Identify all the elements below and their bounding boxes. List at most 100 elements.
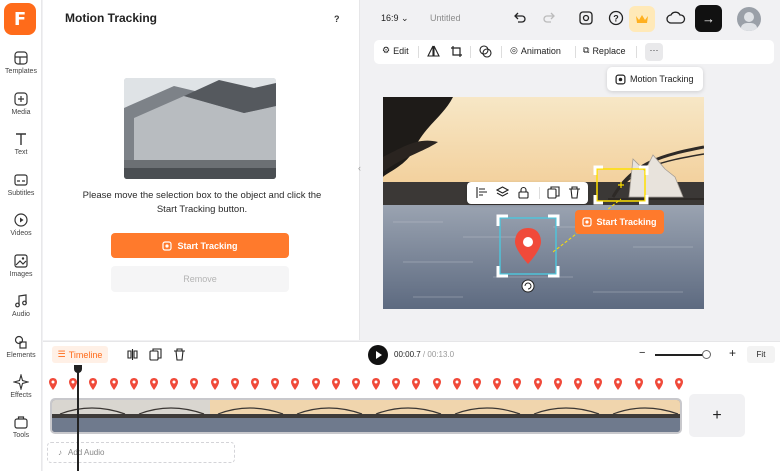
tracking-marker[interactable] xyxy=(351,377,360,390)
zoom-slider-handle[interactable] xyxy=(702,350,711,359)
add-audio-button[interactable]: ♪ Add Audio xyxy=(47,442,235,463)
track-frame xyxy=(52,400,131,432)
opacity-icon[interactable] xyxy=(479,45,492,58)
tracking-marker[interactable] xyxy=(614,377,623,390)
effects-icon xyxy=(13,374,29,390)
duplicate-clip-icon[interactable] xyxy=(149,348,162,361)
lock-icon[interactable] xyxy=(517,186,530,199)
tracking-marker[interactable] xyxy=(493,377,502,390)
app-logo[interactable]: F xyxy=(4,3,36,35)
zoom-slider[interactable] xyxy=(655,354,707,356)
play-button[interactable] xyxy=(368,345,388,365)
tracking-marker[interactable] xyxy=(594,377,603,390)
tracking-marker[interactable] xyxy=(89,377,98,390)
more-options-button[interactable]: ··· xyxy=(645,43,663,61)
sidebar-item-templates[interactable]: Templates xyxy=(0,50,42,75)
sidebar-item-subtitles[interactable]: Subtitles xyxy=(0,172,42,197)
export-button[interactable]: → xyxy=(695,5,722,32)
redo-icon[interactable] xyxy=(541,10,557,26)
motion-tracking-menu-item[interactable]: Motion Tracking xyxy=(607,67,703,91)
sidebar-item-audio[interactable]: Audio xyxy=(0,293,42,318)
tracking-marker[interactable] xyxy=(513,377,522,390)
track-frame xyxy=(447,400,526,432)
tracking-marker[interactable] xyxy=(473,377,482,390)
tracking-marker[interactable] xyxy=(311,377,320,390)
video-thumbnail xyxy=(124,78,276,179)
tracking-marker[interactable] xyxy=(452,377,461,390)
tracking-marker[interactable] xyxy=(574,377,583,390)
tracking-marker[interactable] xyxy=(372,377,381,390)
playhead-handle[interactable] xyxy=(74,365,82,373)
cloud-save-button[interactable] xyxy=(663,6,689,32)
tracking-marker[interactable] xyxy=(230,377,239,390)
premium-crown-button[interactable] xyxy=(629,6,655,32)
sidebar-item-label: Subtitles xyxy=(7,190,35,197)
align-icon[interactable] xyxy=(475,186,488,199)
avatar[interactable] xyxy=(737,7,761,31)
crop-icon[interactable] xyxy=(450,45,463,58)
tracking-marker[interactable] xyxy=(170,377,179,390)
tracking-marker[interactable] xyxy=(149,377,158,390)
sidebar-item-elements[interactable]: Elements xyxy=(0,334,42,359)
duplicate-icon[interactable] xyxy=(547,186,560,199)
sidebar-item-tools[interactable]: Tools xyxy=(0,414,42,439)
tracking-marker[interactable] xyxy=(634,377,643,390)
tracking-marker[interactable] xyxy=(69,377,78,390)
tracking-marker[interactable] xyxy=(210,377,219,390)
tracking-marker[interactable] xyxy=(291,377,300,390)
tab-timeline[interactable]: ☰ Timeline xyxy=(52,346,108,363)
start-tracking-button[interactable]: Start Tracking xyxy=(111,233,289,258)
playhead[interactable] xyxy=(77,367,79,471)
flip-icon[interactable] xyxy=(427,45,440,58)
sidebar-item-media[interactable]: Media xyxy=(0,91,42,116)
sidebar-item-effects[interactable]: Effects xyxy=(0,374,42,399)
sidebar-item-label: Videos xyxy=(10,230,32,237)
tracking-marker[interactable] xyxy=(271,377,280,390)
zoom-in-icon[interactable]: + xyxy=(729,346,736,360)
tracking-marker[interactable] xyxy=(250,377,259,390)
help-circle-icon[interactable]: ? xyxy=(608,10,624,26)
sliders-icon: ⚙ xyxy=(382,45,391,55)
video-track-clip[interactable] xyxy=(50,398,682,434)
svg-text:?: ? xyxy=(613,14,619,24)
zoom-out-icon[interactable]: − xyxy=(639,347,645,359)
selection-box[interactable] xyxy=(496,214,560,278)
tracking-marker[interactable] xyxy=(533,377,542,390)
replace-tool[interactable]: ⧉ Replace xyxy=(583,45,625,56)
tracking-marker[interactable] xyxy=(553,377,562,390)
help-icon[interactable]: ? xyxy=(334,14,340,24)
edit-tool[interactable]: ⚙ Edit xyxy=(382,45,409,56)
undo-icon[interactable] xyxy=(512,10,528,26)
tracking-marker[interactable] xyxy=(392,377,401,390)
add-clip-button[interactable]: + xyxy=(689,394,745,437)
subtitles-icon xyxy=(14,174,28,186)
videos-icon xyxy=(14,213,28,227)
tracking-marker[interactable] xyxy=(331,377,340,390)
tracking-marker[interactable] xyxy=(432,377,441,390)
timeline-header: ☰ Timeline 00:00.7 / 00:13.0 − + Fit xyxy=(43,341,780,367)
collapse-panel-icon[interactable]: ‹ xyxy=(358,163,368,179)
images-icon xyxy=(14,254,28,268)
tracking-marker[interactable] xyxy=(675,377,683,390)
tracking-marker[interactable] xyxy=(654,377,663,390)
rotate-icon[interactable] xyxy=(521,279,535,293)
tracking-marker[interactable] xyxy=(412,377,421,390)
project-name[interactable]: Untitled xyxy=(430,13,461,23)
delete-clip-icon[interactable] xyxy=(173,348,186,361)
sidebar-item-videos[interactable]: Videos xyxy=(0,212,42,237)
aspect-ratio-select[interactable]: 16:9 ⌄ xyxy=(381,13,409,24)
split-icon[interactable] xyxy=(126,348,139,361)
remove-button[interactable]: Remove xyxy=(111,266,289,292)
sidebar-item-images[interactable]: Images xyxy=(0,253,42,278)
canvas-start-tracking-button[interactable]: Start Tracking xyxy=(575,210,664,234)
animation-tool[interactable]: ◎ Animation xyxy=(510,45,561,56)
layers-icon[interactable] xyxy=(496,186,509,199)
capture-icon[interactable] xyxy=(578,10,594,26)
tracking-marker[interactable] xyxy=(49,377,57,390)
tracking-marker[interactable] xyxy=(109,377,118,390)
tracking-marker[interactable] xyxy=(129,377,138,390)
delete-icon[interactable] xyxy=(568,186,581,199)
fit-button[interactable]: Fit xyxy=(747,346,775,363)
tracking-marker[interactable] xyxy=(190,377,199,390)
sidebar-item-text[interactable]: Text xyxy=(0,131,42,156)
